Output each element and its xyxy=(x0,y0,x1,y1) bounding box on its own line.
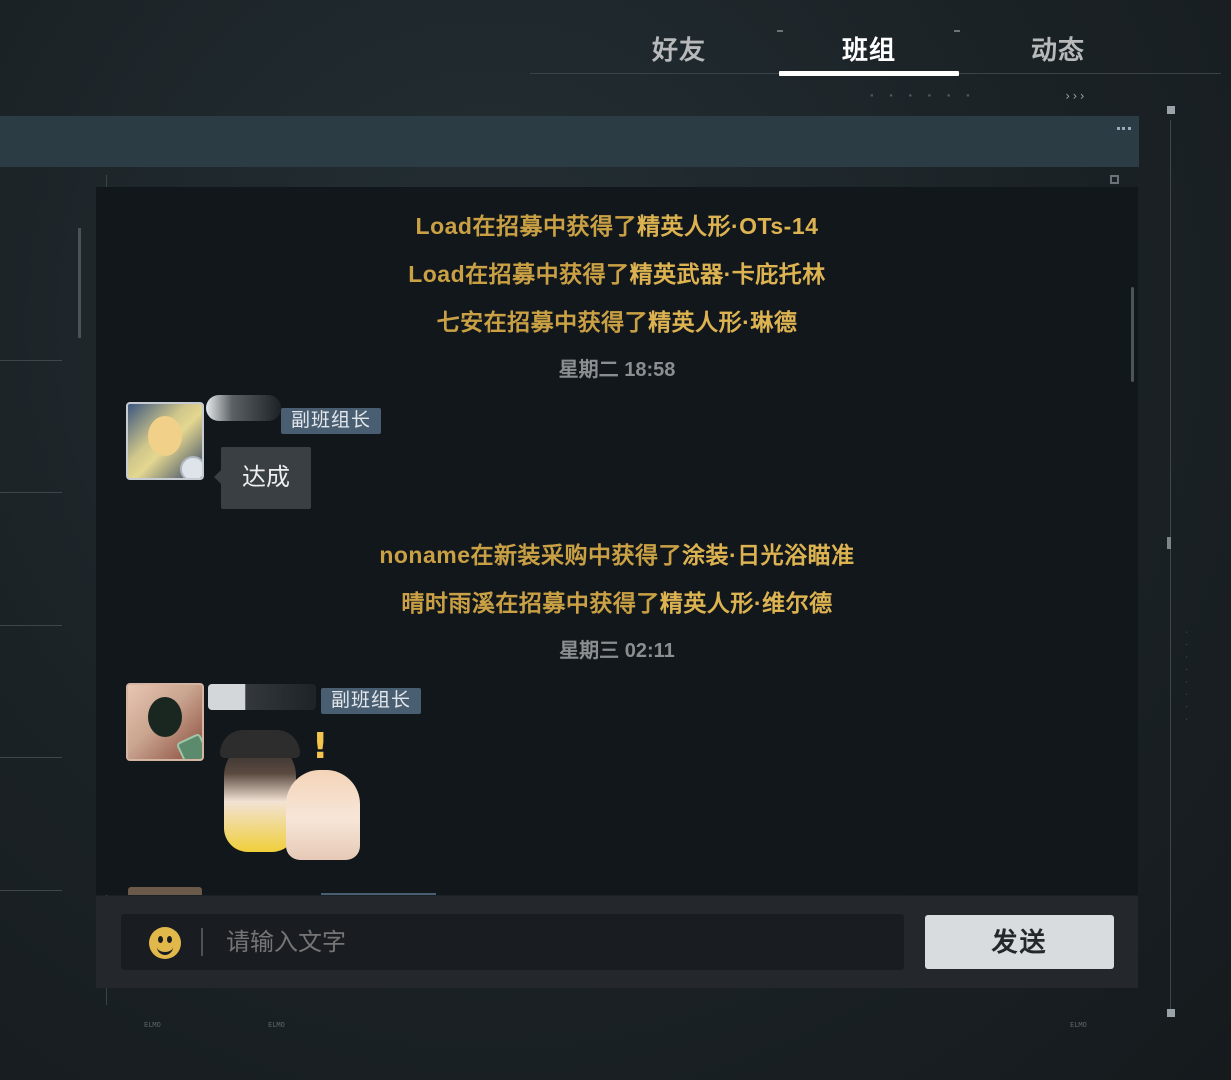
header-band xyxy=(0,116,1139,167)
system-item: 精英人形·琳德 xyxy=(648,309,798,335)
left-scroll-indicator xyxy=(78,228,81,338)
user-avatar[interactable] xyxy=(126,683,204,761)
system-actor: 晴时雨溪 xyxy=(401,590,496,616)
system-actor: Load xyxy=(415,213,473,239)
system-message: 七安在招募中获得了精英人形·琳德 xyxy=(96,303,1138,337)
system-message: 晴时雨溪在招募中获得了精英人形·维尔德 xyxy=(96,584,1138,618)
tab-squad[interactable]: 班组 xyxy=(779,30,959,67)
sticker-character-right xyxy=(286,770,360,860)
system-item: 精英武器·卡庇托林 xyxy=(629,261,826,287)
frame-corner-square xyxy=(1167,1009,1175,1017)
system-message: noname在新装采购中获得了涂装·日光浴瞄准 xyxy=(96,536,1138,570)
next-role-badge-peek xyxy=(321,893,436,895)
frame-tick xyxy=(1167,537,1171,549)
system-item: 精英人形·维尔德 xyxy=(659,590,833,616)
system-action: 在新装采购中获得了 xyxy=(470,542,682,568)
chat-input-bar: 发送 xyxy=(96,896,1138,988)
system-action: 在招募中获得了 xyxy=(465,261,630,287)
avatar-portrait xyxy=(148,416,182,456)
chat-panel[interactable]: Load在招募中获得了精英人形·OTs-14 Load在招募中获得了精英武器·卡… xyxy=(96,187,1138,895)
role-badge: 副班组长 xyxy=(281,408,382,434)
send-button[interactable]: 发送 xyxy=(925,915,1114,969)
exclamation-icon: ! xyxy=(312,726,329,767)
message-timestamp: 星期三 02:11 xyxy=(559,640,675,662)
avatar-frame-ornament xyxy=(175,732,202,759)
chat-bubble[interactable]: 达成 xyxy=(221,447,311,509)
system-action: 在招募中获得了 xyxy=(472,213,637,239)
tab-friends[interactable]: 好友 xyxy=(589,30,769,67)
footer-label: ELMO xyxy=(144,1021,161,1029)
next-avatar-peek xyxy=(128,887,202,895)
system-actor: noname xyxy=(379,542,471,568)
footer-label: ELMO xyxy=(1070,1021,1087,1029)
system-item: 精英人形·OTs-14 xyxy=(637,213,819,239)
username-redacted xyxy=(206,395,281,421)
band-dots-decor xyxy=(1117,127,1131,133)
top-tabs: 好友 班组 动态 xyxy=(520,0,1231,100)
avatar-frame-ornament xyxy=(180,456,202,478)
side-decor-text: · · · · · · · · xyxy=(1182,630,1190,724)
system-message: Load在招募中获得了精英人形·OTs-14 xyxy=(96,207,1138,241)
frame-corner-square xyxy=(1167,106,1175,114)
input-separator xyxy=(201,928,203,956)
sticker-beret xyxy=(220,730,300,758)
chibi-sticker[interactable]: ! xyxy=(220,726,360,860)
panel-corner-icon xyxy=(1110,175,1119,184)
system-action: 在招募中获得了 xyxy=(495,590,660,616)
hud-decor-marks: ▪ ▪ ▪ ▪ ▪ ▪ xyxy=(870,92,976,99)
forward-arrows-icon: ››› xyxy=(1064,89,1086,103)
active-tab-indicator xyxy=(779,71,959,76)
emoji-icon[interactable] xyxy=(149,927,181,959)
message-input[interactable] xyxy=(224,914,868,972)
footer-label: ELMO xyxy=(268,1021,285,1029)
username-redacted xyxy=(208,684,316,710)
avatar-portrait xyxy=(148,697,182,737)
role-badge: 副班组长 xyxy=(321,688,422,714)
system-message: Load在招募中获得了精英武器·卡庇托林 xyxy=(96,255,1138,289)
system-action: 在招募中获得了 xyxy=(483,309,649,335)
system-item: 涂装·日光浴瞄准 xyxy=(682,542,855,568)
system-actor: Load xyxy=(408,261,466,287)
message-timestamp: 星期二 18:58 xyxy=(558,359,676,381)
message-input-container[interactable] xyxy=(121,914,904,972)
bubble-tail xyxy=(214,470,221,484)
system-actor: 七安 xyxy=(436,309,484,335)
tab-feed[interactable]: 动态 xyxy=(968,30,1148,67)
tab-separator-mark xyxy=(954,30,960,32)
user-avatar[interactable] xyxy=(126,402,204,480)
right-frame-line xyxy=(1170,120,1171,1010)
